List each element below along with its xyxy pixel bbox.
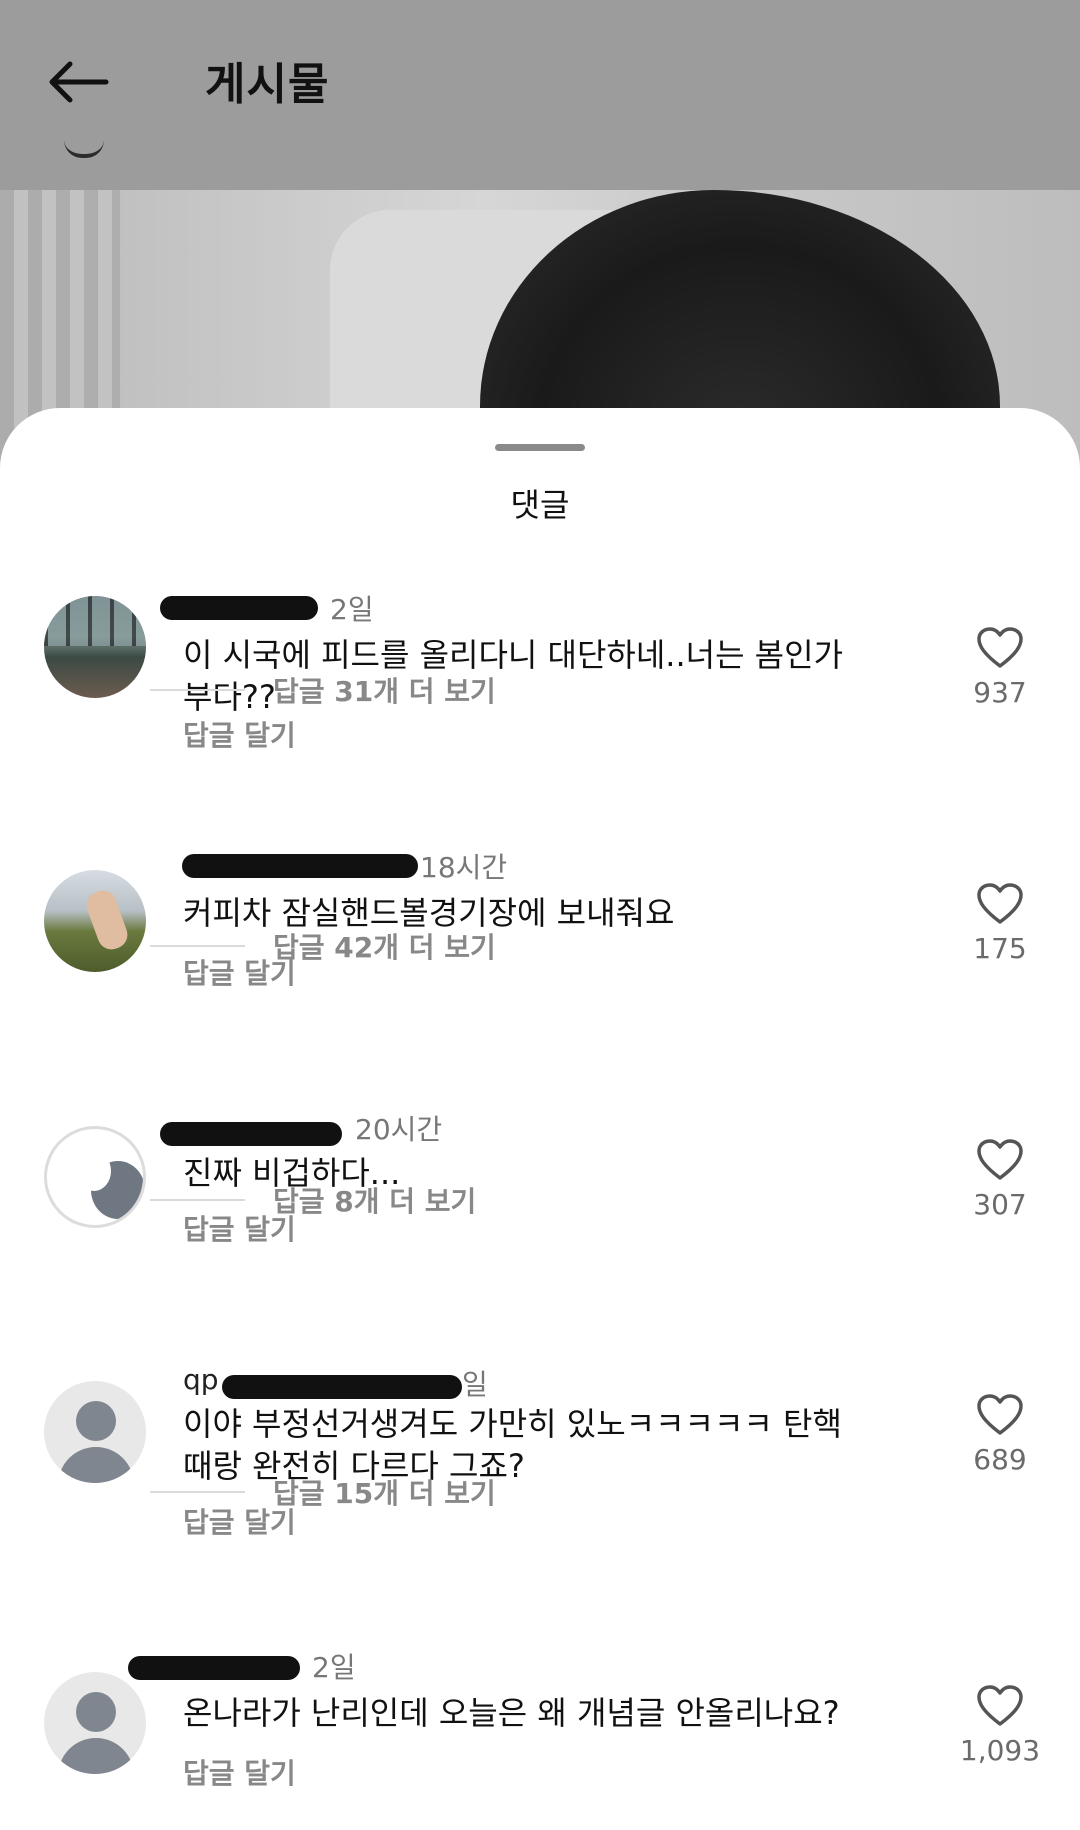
like-count: 689 [973,1443,1027,1476]
view-more-replies[interactable]: 답글 8개 더 보기 [150,1180,476,1220]
avatar[interactable] [44,1126,146,1228]
redacted-username [182,854,418,878]
heart-icon [977,883,1023,924]
comment-time: 18시간 [420,851,508,884]
comments-sheet: 댓글 2일 이 시국에 피드를 올리다니 대단하네..너는 봄인가부다?? 답글… [0,408,1080,1830]
person-icon [76,1401,116,1441]
like-button[interactable]: 937 [950,626,1050,709]
comment-time: 20시간 [355,1113,443,1146]
comment-time: 2일 [312,1651,356,1684]
avatar[interactable] [44,1381,146,1483]
reply-button[interactable]: 답글 달기 [183,1752,296,1792]
sheet-title: 댓글 [510,486,570,524]
redacted-username [160,1122,342,1146]
like-count: 175 [973,932,1027,965]
comment-time: 2일 [330,593,374,626]
heart-icon [977,1685,1023,1726]
author-avatar-peek [64,140,104,158]
like-count: 937 [973,676,1027,709]
like-button[interactable]: 175 [950,882,1050,965]
comment-username[interactable]: qp [183,1363,219,1396]
avatar[interactable] [44,870,146,972]
arrow-left-icon [49,61,109,103]
sheet-drag-handle[interactable] [495,444,585,451]
like-button[interactable]: 1,093 [950,1684,1050,1767]
like-count: 307 [973,1188,1027,1221]
avatar[interactable] [44,1672,146,1774]
like-button[interactable]: 689 [950,1393,1050,1476]
like-button[interactable]: 307 [950,1138,1050,1221]
top-bar: 게시물 [0,0,1080,190]
heart-icon [977,1139,1023,1180]
view-more-replies[interactable]: 답글 42개 더 보기 [150,926,496,966]
comment-text: 온나라가 난리인데 오늘은 왜 개념글 안올리나요? [183,1694,840,1732]
view-more-replies[interactable]: 답글 31개 더 보기 [150,670,496,710]
person-icon [76,1692,116,1732]
like-count: 1,093 [959,1734,1041,1767]
comment-time: 일 [462,1368,488,1401]
view-more-replies[interactable]: 답글 15개 더 보기 [150,1472,496,1512]
page-title: 게시물 [205,59,330,110]
back-button[interactable] [42,50,114,114]
redacted-username [222,1375,462,1399]
heart-icon [977,1394,1023,1435]
redacted-username [160,596,318,620]
heart-icon [977,627,1023,668]
reply-button[interactable]: 답글 달기 [183,714,296,754]
redacted-username [128,1656,300,1680]
avatar[interactable] [44,596,146,698]
